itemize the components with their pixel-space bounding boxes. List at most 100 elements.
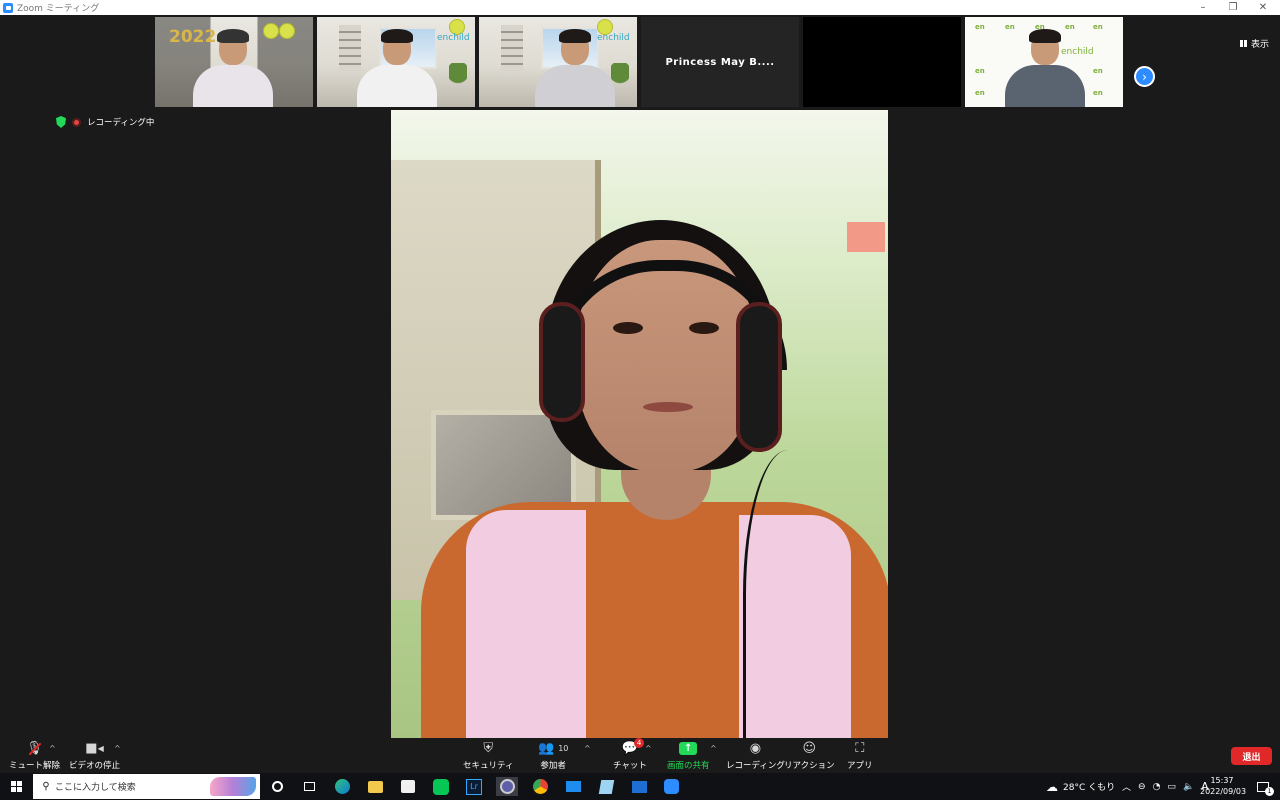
reaction-icon: ☺: [802, 741, 817, 756]
minimize-button[interactable]: –: [1188, 0, 1218, 15]
close-button[interactable]: ✕: [1248, 0, 1278, 15]
share-screen-label: 画面の共有: [667, 761, 710, 771]
shield-icon: ⛨: [483, 741, 494, 756]
windows-taskbar: ⚲ ここに入力して検索 Lr ☁ 28°C くもり ︿ ⊖ ◔ ▭ 🔈 A 15…: [0, 773, 1280, 800]
search-icon: ⚲: [42, 781, 50, 792]
security-button[interactable]: ⛨ セキュリティ: [463, 740, 514, 771]
enchild-banner-logo: en: [1093, 89, 1103, 97]
volume-icon[interactable]: 🔈: [1183, 782, 1194, 792]
taskbar-clock[interactable]: 15:37 2022/09/03: [1200, 775, 1247, 797]
record-label: レコーディング: [726, 761, 785, 771]
enchild-banner-logo: en: [975, 89, 985, 97]
chat-label: チャット: [613, 761, 647, 771]
reactions-button[interactable]: ☺ リアクション: [784, 740, 835, 771]
stop-video-label: ビデオの停止: [69, 761, 121, 771]
notification-count: 1: [1265, 787, 1274, 796]
headphones-cable: [743, 450, 833, 738]
record-dot-icon: [72, 117, 81, 127]
weather-widget[interactable]: ☁ 28°C くもり: [1046, 773, 1115, 800]
participants-options-caret[interactable]: ^: [584, 744, 591, 753]
task-view-icon[interactable]: [298, 777, 320, 796]
participant-tile-4[interactable]: Princess May B....: [641, 17, 799, 107]
participant-person: [1005, 29, 1085, 107]
restore-button[interactable]: ❐: [1218, 0, 1248, 15]
apps-button[interactable]: ⛶ アプリ: [847, 740, 873, 771]
edge-icon[interactable]: [331, 777, 353, 796]
file-explorer-icon[interactable]: [364, 777, 386, 796]
speaker-mouth: [643, 402, 693, 412]
enchild-banner-logo: en: [975, 67, 985, 75]
meeting-status: レコーディング中: [56, 116, 154, 128]
weather-text: 28°C くもり: [1063, 783, 1116, 793]
tray-chevron-icon[interactable]: ︿: [1122, 780, 1131, 793]
chat-options-caret[interactable]: ^: [645, 744, 652, 753]
clock-date: 2022/09/03: [1200, 787, 1247, 796]
notepad-icon[interactable]: [595, 777, 617, 796]
participants-label: 参加者: [540, 761, 566, 771]
apps-icon: ⛶: [855, 741, 865, 756]
participant-tile-2[interactable]: enchild: [317, 17, 475, 107]
participant-count: 10: [558, 744, 569, 753]
speaker-vest: [466, 510, 586, 738]
participant-person: [357, 29, 437, 107]
network-icon[interactable]: ⊖: [1138, 782, 1146, 792]
zoom-icon[interactable]: [660, 777, 682, 796]
share-screen-icon: ↑: [679, 740, 698, 757]
store-icon[interactable]: [397, 777, 419, 796]
window-title: Zoom ミーティング: [17, 4, 100, 14]
apps-label: アプリ: [847, 761, 873, 771]
participants-icon: 👥 10: [538, 741, 569, 756]
participant-person: [535, 29, 615, 107]
microphone-muted-icon: 🎙: [26, 740, 43, 757]
lightroom-icon[interactable]: Lr: [463, 777, 485, 796]
recording-label: レコーディング中: [87, 118, 155, 128]
windows-start-icon[interactable]: [5, 777, 27, 796]
mute-label: ミュート解除: [9, 761, 61, 771]
headphones-earcup: [539, 302, 585, 422]
line-icon[interactable]: [430, 777, 452, 796]
enchild-logo-icon: [279, 23, 295, 39]
system-tray: ︿ ⊖ ◔ ▭ 🔈 A: [1122, 773, 1209, 800]
taskbar-search-box[interactable]: ⚲ ここに入力して検索: [33, 774, 260, 799]
chat-bubble-icon: 💬 4: [622, 738, 645, 757]
enchild-logo-text: enchild: [437, 33, 470, 43]
participant-tile-5[interactable]: [803, 17, 961, 107]
wifi-icon[interactable]: ◔: [1153, 782, 1161, 792]
record-icon: ◉: [749, 741, 762, 756]
reactions-label: リアクション: [784, 761, 835, 771]
video-options-caret[interactable]: ^: [114, 744, 121, 753]
view-button[interactable]: 表示: [1240, 37, 1269, 50]
audio-options-caret[interactable]: ^: [49, 744, 56, 753]
zoom-app-icon: [3, 2, 13, 13]
grid-icon: [1240, 40, 1248, 47]
security-label: セキュリティ: [463, 761, 514, 771]
obs-icon[interactable]: [496, 777, 518, 796]
participant-tile-6[interactable]: en en en en en en en en en enchild: [965, 17, 1123, 107]
share-options-caret[interactable]: ^: [710, 744, 717, 753]
participants-button[interactable]: 👥 10 参加者: [538, 740, 568, 771]
participant-tile-3[interactable]: enchild: [479, 17, 637, 107]
record-button[interactable]: ◉ レコーディング: [726, 740, 785, 771]
cloud-icon: ☁: [1046, 779, 1058, 794]
next-page-button[interactable]: ›: [1134, 66, 1155, 87]
notification-center-icon[interactable]: 1: [1252, 777, 1274, 796]
participant-tile-1[interactable]: 2022: [155, 17, 313, 107]
share-screen-button[interactable]: ↑ 画面の共有: [667, 740, 710, 771]
search-placeholder: ここに入力して検索: [55, 783, 136, 793]
cortana-icon[interactable]: [266, 777, 288, 796]
window-title-bar: Zoom ミーティング – ❐ ✕: [0, 0, 1280, 15]
chat-button[interactable]: 💬 4 チャット: [613, 738, 647, 771]
video-player-icon[interactable]: [628, 777, 650, 796]
active-speaker-video[interactable]: [391, 110, 888, 738]
display-icon[interactable]: ▭: [1167, 782, 1176, 792]
chevron-right-icon: ›: [1142, 69, 1147, 84]
leave-meeting-button[interactable]: 退出: [1231, 747, 1272, 765]
enchild-banner-logo: en: [1093, 67, 1103, 75]
enchild-banner-logo: en: [975, 23, 985, 31]
mail-icon[interactable]: [562, 777, 584, 796]
stop-video-button[interactable]: ■ ◀ ビデオの停止: [69, 740, 120, 771]
chrome-icon[interactable]: [529, 777, 551, 796]
clock-time: 15:37: [1210, 776, 1234, 785]
view-label: 表示: [1251, 40, 1270, 50]
security-shield-icon[interactable]: [56, 116, 66, 128]
